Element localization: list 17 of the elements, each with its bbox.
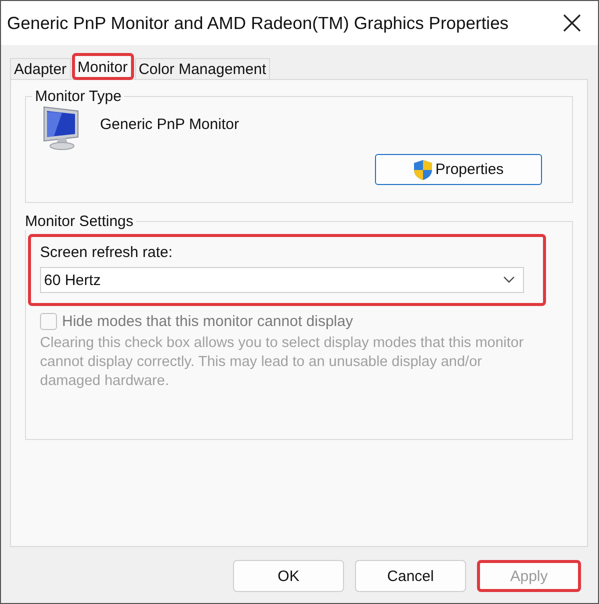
- properties-button[interactable]: Properties: [375, 154, 542, 185]
- description-text: Clearing this check box allows you to select display modes that this monitor cannot display correctly. This may lead to an unusable display and/or damaged hardware.: [40, 334, 525, 391]
- checkbox-label: Hide modes that this monitor cannot display: [62, 313, 353, 330]
- group-title: Monitor Type: [34, 88, 122, 105]
- dialog-button[interactable]: OK: [233, 560, 344, 592]
- close-icon[interactable]: [562, 13, 582, 33]
- chevron-down-icon: [503, 276, 515, 284]
- group-title: Monitor Settings: [24, 213, 134, 230]
- device-name: Generic PnP Monitor: [100, 116, 239, 132]
- window-title: Generic PnP Monitor and AMD Radeon(TM) Graphics Properties: [7, 12, 509, 34]
- tab[interactable]: Adapter: [10, 58, 71, 79]
- tab[interactable]: Color Management: [134, 58, 270, 79]
- shield-icon: [413, 158, 434, 180]
- tab[interactable]: Monitor: [72, 53, 134, 80]
- field-label: Screen refresh rate:: [40, 244, 174, 261]
- refresh-rate-dropdown[interactable]: 60 Hertz: [40, 267, 524, 293]
- dialog-button[interactable]: Cancel: [355, 560, 466, 592]
